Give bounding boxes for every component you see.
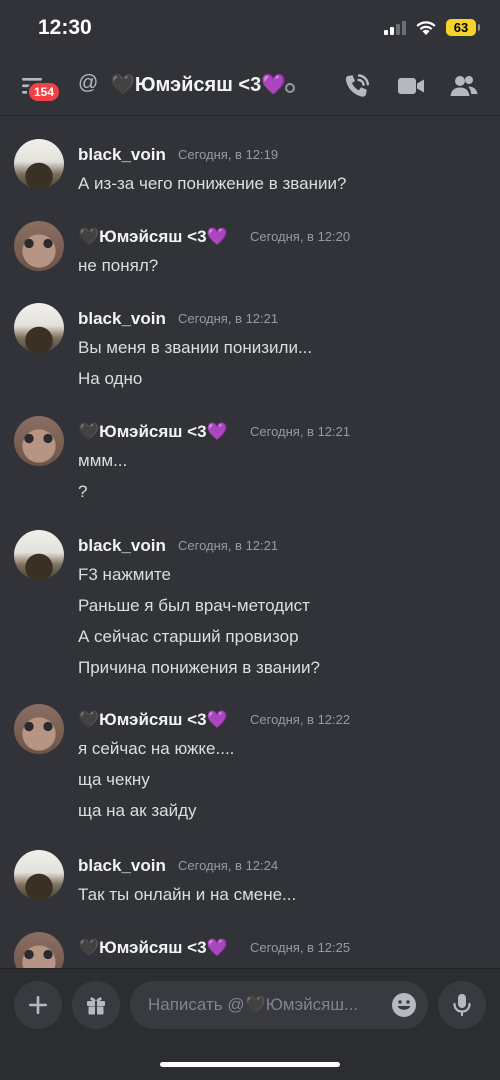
- dm-title[interactable]: 🖤Юмэйсяш <3💜: [110, 72, 286, 97]
- avatar[interactable]: [14, 139, 64, 189]
- message-author[interactable]: 🖤Юмэйсяш <3💜: [78, 422, 228, 442]
- message-input[interactable]: [148, 981, 378, 1029]
- message-text[interactable]: ща на ак зайду: [78, 801, 197, 821]
- message-timestamp: Сегодня, в 12:20: [250, 229, 351, 244]
- dm-header: 154 @ 🖤Юмэйсяш <3💜: [0, 56, 500, 116]
- home-indicator[interactable]: [160, 1062, 340, 1067]
- video-icon[interactable]: [396, 72, 426, 100]
- message-text[interactable]: Вы меня в звании понизили...: [78, 338, 312, 358]
- microphone-icon: [453, 994, 471, 1016]
- message-text[interactable]: F3 нажмите: [78, 565, 171, 585]
- message-author[interactable]: black_voin: [78, 856, 166, 876]
- message-timestamp: Сегодня, в 12:21: [178, 538, 279, 553]
- avatar[interactable]: [14, 221, 64, 271]
- message-author[interactable]: 🖤Юмэйсяш <3💜: [78, 227, 228, 247]
- message-text[interactable]: Раньше я был врач-методист: [78, 596, 310, 616]
- at-icon: @: [78, 72, 99, 94]
- add-attachment-button[interactable]: [14, 981, 62, 1029]
- message-timestamp: Сегодня, в 12:21: [178, 311, 279, 326]
- message-author[interactable]: black_voin: [78, 536, 166, 556]
- message-author[interactable]: black_voin: [78, 309, 166, 329]
- message-author[interactable]: black_voin: [78, 145, 166, 165]
- gift-button[interactable]: [72, 981, 120, 1029]
- cellular-signal-icon: [384, 20, 406, 35]
- emoji-icon[interactable]: [391, 992, 417, 1018]
- message-text[interactable]: Причина понижения в звании?: [78, 658, 320, 678]
- status-bar: 12:30 63: [0, 0, 500, 56]
- message-text[interactable]: ?: [78, 482, 87, 502]
- avatar[interactable]: [14, 932, 64, 970]
- message-text[interactable]: На одно: [78, 369, 142, 389]
- message-text[interactable]: Так ты онлайн и на смене...: [78, 885, 296, 905]
- message-text[interactable]: ща чекну: [78, 770, 150, 790]
- status-indicators: 63: [384, 19, 480, 36]
- message-text[interactable]: я сейчас на южке....: [78, 739, 234, 759]
- gift-icon: [87, 997, 105, 1015]
- message-input-container[interactable]: [130, 981, 428, 1029]
- message-author[interactable]: 🖤Юмэйсяш <3💜: [78, 938, 228, 958]
- message-text[interactable]: не понял?: [78, 256, 158, 276]
- message-timestamp: Сегодня, в 12:19: [178, 147, 279, 162]
- message-text[interactable]: А сейчас старший провизор: [78, 627, 299, 647]
- message-text[interactable]: А из-за чего понижение в звании?: [78, 174, 346, 194]
- message-timestamp: Сегодня, в 12:21: [250, 424, 351, 439]
- battery-indicator: 63: [446, 19, 480, 36]
- wifi-icon: [416, 20, 436, 35]
- avatar[interactable]: [14, 303, 64, 353]
- notification-badge: 154: [27, 81, 62, 103]
- message-timestamp: Сегодня, в 12:24: [178, 858, 279, 873]
- offline-status-icon: [285, 83, 295, 93]
- avatar[interactable]: [14, 416, 64, 466]
- voice-message-button[interactable]: [438, 981, 486, 1029]
- call-icon[interactable]: [342, 72, 372, 100]
- message-author[interactable]: 🖤Юмэйсяш <3💜: [78, 710, 228, 730]
- avatar[interactable]: [14, 850, 64, 900]
- status-time: 12:30: [38, 16, 92, 39]
- members-icon[interactable]: [449, 72, 479, 100]
- avatar[interactable]: [14, 530, 64, 580]
- message-text[interactable]: ммм...: [78, 451, 127, 471]
- plus-icon: [29, 996, 47, 1014]
- message-list[interactable]: black_voin Сегодня, в 12:19 А из-за чего…: [0, 117, 500, 970]
- dm-screen: 12:30 63 154 @ 🖤Юмэйсяш <3💜 black_voin С…: [0, 0, 500, 1080]
- message-timestamp: Сегодня, в 12:25: [250, 940, 351, 955]
- message-timestamp: Сегодня, в 12:22: [250, 712, 351, 727]
- avatar[interactable]: [14, 704, 64, 754]
